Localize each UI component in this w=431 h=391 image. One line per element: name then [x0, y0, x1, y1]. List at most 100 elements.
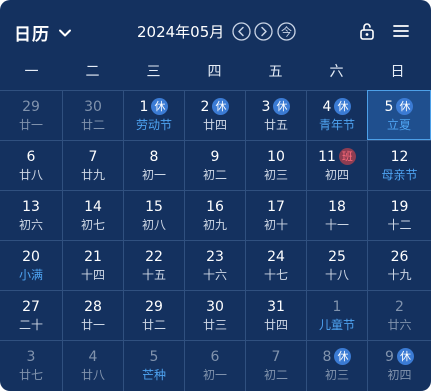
- day-cell[interactable]: 1 休劳动节: [123, 90, 184, 140]
- day-cell[interactable]: 13 初六: [0, 190, 62, 240]
- day-number-row: 15: [124, 196, 184, 216]
- day-cell[interactable]: 25 十八: [306, 240, 367, 290]
- day-cell-selected[interactable]: 5 休立夏: [367, 90, 431, 140]
- day-number: 3: [26, 349, 36, 365]
- day-number: 1: [139, 99, 149, 115]
- day-cell[interactable]: 8 初一: [123, 140, 184, 190]
- day-cell[interactable]: 16 初九: [184, 190, 245, 240]
- lunar-date: 廿一: [80, 318, 105, 332]
- festival-label: 芒种: [141, 368, 166, 382]
- day-cell[interactable]: 23 十六: [184, 240, 245, 290]
- lunar-date: 十一: [324, 218, 349, 232]
- lunar-date: 初三: [324, 368, 349, 382]
- day-cell[interactable]: 29 廿二: [123, 290, 184, 340]
- next-month-button[interactable]: [254, 22, 273, 41]
- day-cell[interactable]: 6 廿八: [0, 140, 62, 190]
- lunar-date: 廿七: [18, 368, 43, 382]
- day-cell[interactable]: 3 廿七: [0, 340, 62, 391]
- day-number: 22: [145, 249, 163, 265]
- day-number-row: 29: [0, 96, 62, 116]
- workday-badge: 班: [338, 148, 356, 165]
- weekday-label: 五: [268, 64, 283, 80]
- chevron-left-circle-icon: [232, 22, 251, 41]
- day-cell[interactable]: 3 休廿五: [245, 90, 306, 140]
- day-cell[interactable]: 22 十五: [123, 240, 184, 290]
- day-number: 25: [328, 249, 346, 265]
- day-number-row: 25: [307, 246, 367, 266]
- view-label: 日历: [14, 24, 50, 45]
- day-cell[interactable]: 15 初八: [123, 190, 184, 240]
- weekday-label: 四: [207, 64, 222, 80]
- lunar-date: 廿八: [80, 368, 105, 382]
- day-number: 14: [84, 199, 102, 215]
- menu-button[interactable]: [391, 21, 411, 41]
- day-number-row: 29: [124, 296, 184, 316]
- day-number: 18: [328, 199, 346, 215]
- day-cell[interactable]: 14 初七: [62, 190, 123, 240]
- day-cell[interactable]: 21 十四: [62, 240, 123, 290]
- day-cell[interactable]: 18 十一: [306, 190, 367, 240]
- day-cell[interactable]: 2 廿六: [367, 290, 431, 340]
- view-switch-dropdown[interactable]: 日历: [14, 20, 72, 45]
- day-cell[interactable]: 30 廿三: [184, 290, 245, 340]
- day-cell[interactable]: 9 初二: [184, 140, 245, 190]
- day-cell[interactable]: 24 十七: [245, 240, 306, 290]
- unlock-icon: [360, 23, 374, 40]
- festival-label: 劳动节: [135, 118, 172, 132]
- day-cell[interactable]: 31 廿四: [245, 290, 306, 340]
- day-number: 6: [26, 149, 36, 165]
- day-number-row: 1: [307, 296, 367, 316]
- day-cell[interactable]: 1 儿童节: [306, 290, 367, 340]
- day-cell[interactable]: 26 十九: [367, 240, 431, 290]
- day-cell[interactable]: 11 班初四: [306, 140, 367, 190]
- day-grid: 29 廿一 30 廿二 1 休劳动节 2 休廿四 3 休廿五 4 休青年节 5 休立夏 6 廿八 7 廿九 8 初一 9…: [0, 90, 431, 391]
- day-cell[interactable]: 12 母亲节: [367, 140, 431, 190]
- day-cell[interactable]: 10 初三: [245, 140, 306, 190]
- day-number: 23: [206, 249, 224, 265]
- day-number: 29: [22, 99, 40, 115]
- day-cell[interactable]: 5 芒种: [123, 340, 184, 391]
- lunar-date: 廿二: [80, 118, 105, 132]
- day-cell[interactable]: 8 休初三: [306, 340, 367, 391]
- day-cell[interactable]: 4 廿八: [62, 340, 123, 391]
- day-cell[interactable]: 28 廿一: [62, 290, 123, 340]
- day-number: 20: [22, 249, 40, 265]
- holiday-badge: 休: [396, 348, 414, 365]
- day-cell[interactable]: 27 二十: [0, 290, 62, 340]
- lunar-date: 廿九: [80, 168, 105, 182]
- calendar-header: 日历 2024年05月 今: [0, 0, 431, 62]
- lunar-date: 初三: [263, 168, 288, 182]
- today-button[interactable]: 今: [277, 22, 296, 41]
- day-number-row: 2: [368, 296, 431, 316]
- lunar-date: 廿四: [263, 318, 288, 332]
- day-number-row: 19: [368, 196, 431, 216]
- prev-month-button[interactable]: [232, 22, 251, 41]
- lunar-date: 廿六: [387, 318, 412, 332]
- day-cell[interactable]: 17 初十: [245, 190, 306, 240]
- holiday-badge: 休: [334, 348, 352, 365]
- lunar-date: 十九: [387, 268, 412, 282]
- day-cell[interactable]: 19 十二: [367, 190, 431, 240]
- day-cell[interactable]: 20 小满: [0, 240, 62, 290]
- day-cell[interactable]: 7 廿九: [62, 140, 123, 190]
- day-cell[interactable]: 4 休青年节: [306, 90, 367, 140]
- day-number: 8: [322, 349, 332, 365]
- day-cell[interactable]: 29 廿一: [0, 90, 62, 140]
- day-cell[interactable]: 6 初一: [184, 340, 245, 391]
- day-cell[interactable]: 2 休廿四: [184, 90, 245, 140]
- lunar-date: 初七: [80, 218, 105, 232]
- festival-label: 小满: [18, 268, 43, 282]
- lock-toggle-button[interactable]: [357, 21, 377, 41]
- day-cell[interactable]: 9 休初四: [367, 340, 431, 391]
- day-number: 9: [210, 149, 220, 165]
- day-cell[interactable]: 7 初二: [245, 340, 306, 391]
- day-number: 1: [332, 299, 342, 315]
- day-number-row: 10: [246, 146, 306, 166]
- day-number: 15: [145, 199, 163, 215]
- day-number-row: 12: [368, 146, 431, 166]
- day-number-row: 5休: [368, 96, 430, 116]
- day-number-row: 22: [124, 246, 184, 266]
- day-cell[interactable]: 30 廿二: [62, 90, 123, 140]
- day-number: 10: [267, 149, 285, 165]
- holiday-badge: 休: [151, 98, 169, 115]
